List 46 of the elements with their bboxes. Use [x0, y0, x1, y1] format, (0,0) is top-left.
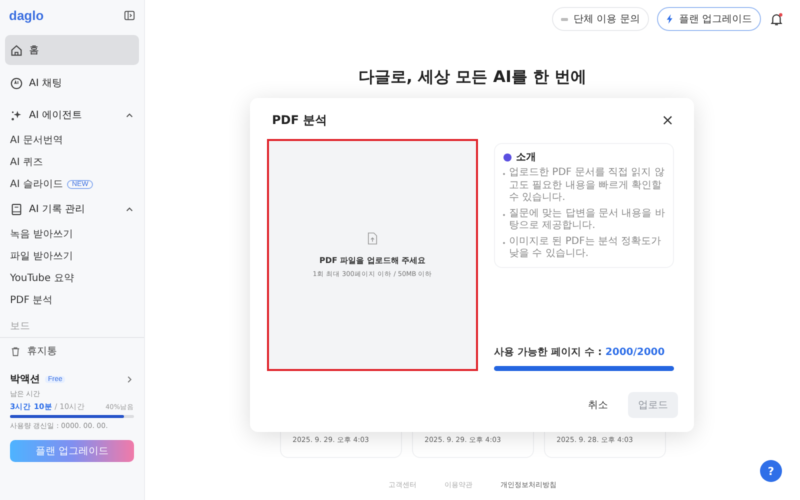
nav-subitem[interactable]: 녹음 받아쓰기 — [5, 223, 139, 245]
subitem-label: AI 퀴즈 — [10, 156, 43, 169]
dropzone-title: PDF 파일을 업로드해 주세요 — [319, 254, 426, 266]
section-label: 보드 — [0, 311, 144, 338]
dialog-title: PDF 분석 — [272, 112, 328, 129]
subitem-label: AI 슬라이드 — [10, 178, 63, 191]
intro-bullet: 업로드한 PDF 문서를 직접 읽지 않고도 필요한 내용을 빠르게 확인할 수 있습니다. — [509, 167, 665, 204]
group-header[interactable]: AI 기록 관리 — [5, 195, 139, 223]
close-button[interactable]: × — [657, 113, 678, 128]
notebook-icon — [10, 202, 23, 216]
pages-available: 사용 가능한 페이지 수 : 2000/2000 — [494, 346, 666, 359]
lightning-icon — [666, 14, 674, 24]
trash-icon — [10, 346, 21, 356]
nav-item[interactable]: 홈 — [5, 35, 139, 65]
logo[interactable]: daglo — [9, 8, 44, 23]
nav-subitem[interactable]: 파일 받아쓰기 — [5, 245, 139, 267]
subitem-label: AI 문서번역 — [10, 134, 63, 147]
subitem-label: 녹음 받아쓰기 — [10, 228, 74, 241]
nav-item[interactable]: AI 채팅 — [5, 68, 139, 98]
group-inquiry-button[interactable]: 단체 이용 문의 — [552, 7, 649, 31]
chat-bubble-icon — [503, 152, 512, 162]
plan-upgrade-button[interactable]: 플랜 업그레이드 — [656, 7, 761, 31]
nav-subitem[interactable]: YouTube 요약 — [5, 267, 139, 289]
bell-icon[interactable] — [769, 12, 784, 26]
help-button[interactable]: ? — [760, 460, 782, 482]
sparkle-icon — [10, 108, 23, 122]
nav-subitem[interactable]: AI 퀴즈 — [5, 151, 139, 173]
nav-subitem[interactable]: PDF 분석 — [5, 289, 139, 311]
intro-title: 소개 — [516, 151, 536, 164]
subitem-label: YouTube 요약 — [10, 272, 74, 285]
subitem-label: 파일 받아쓰기 — [10, 250, 74, 263]
intro-bullet: 질문에 맞는 답변을 문서 내용을 바탕으로 제공합니다. — [509, 208, 665, 232]
cancel-button[interactable]: 취소 — [578, 392, 618, 418]
user-name: 박액션 — [10, 373, 40, 386]
home-icon — [10, 44, 23, 56]
minus-icon — [561, 18, 568, 20]
trash-item[interactable]: 휴지통 — [5, 338, 139, 364]
intro-bullet: 이미지로 된 PDF는 분석 정확도가 낮을 수 있습니다. — [509, 236, 662, 260]
file-upload-icon — [367, 232, 378, 244]
nav-subitem[interactable]: AI 문서번역 — [5, 129, 139, 151]
sidebar-toggle-icon[interactable] — [124, 10, 135, 21]
chevron-right-icon[interactable] — [125, 374, 134, 384]
group-header[interactable]: AI 에이전트 — [5, 101, 139, 129]
chat-icon — [10, 76, 23, 90]
headline: 다글로, 세상 모든 AI를 한 번에 — [358, 67, 587, 88]
subitem-label: PDF 분석 — [10, 294, 53, 307]
